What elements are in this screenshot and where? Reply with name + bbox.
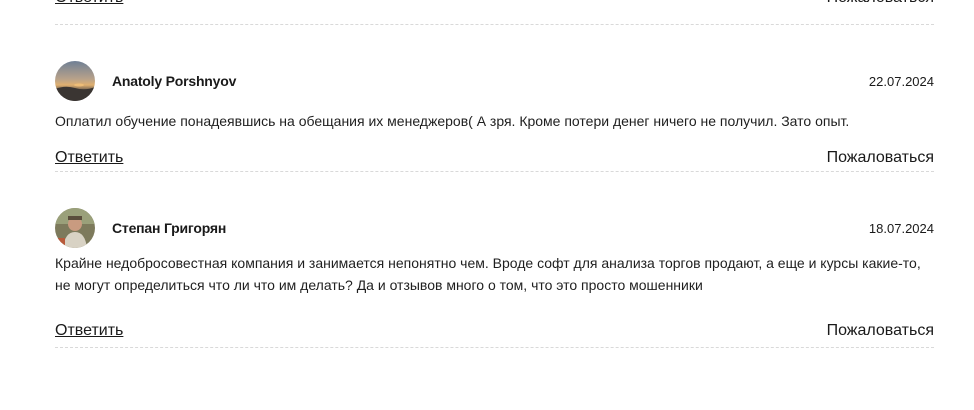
comments-list: Ответить Пожаловаться <box>55 0 934 348</box>
comment-text: Оплатил обучение понадеявшись на обещани… <box>55 113 850 129</box>
comment-date: 18.07.2024 <box>868 221 934 236</box>
avatar <box>55 208 95 248</box>
comment-author[interactable]: Степан Григорян <box>112 220 226 236</box>
sunset-landscape-photo-icon <box>55 61 95 101</box>
comment-text: Крайне недобросовестная компания и заним… <box>55 255 921 293</box>
report-link[interactable]: Пожаловаться <box>827 0 934 7</box>
reply-link[interactable]: Ответить <box>55 322 123 340</box>
reply-link[interactable]: Ответить <box>55 149 123 167</box>
comment-actions: Ответить Пожаловаться <box>55 0 934 25</box>
reply-link[interactable]: Ответить <box>55 0 123 7</box>
avatar <box>55 61 95 101</box>
comment-header: Степан Григорян 18.07.2024 <box>55 208 934 250</box>
comment-actions: Ответить Пожаловаться <box>55 316 934 347</box>
comment-header: Anatoly Porshnyov 22.07.2024 <box>55 61 934 103</box>
report-link[interactable]: Пожаловаться <box>827 149 934 167</box>
comment: Степан Григорян 18.07.2024 Крайне недобр… <box>55 172 934 348</box>
comment-date: 22.07.2024 <box>868 74 934 89</box>
comment: Anatoly Porshnyov 22.07.2024 Оплатил обу… <box>55 25 934 172</box>
person-outdoors-photo-icon <box>55 208 95 248</box>
comment-author[interactable]: Anatoly Porshnyov <box>112 73 236 89</box>
report-link[interactable]: Пожаловаться <box>827 322 934 340</box>
comment-actions: Ответить Пожаловаться <box>55 143 934 171</box>
